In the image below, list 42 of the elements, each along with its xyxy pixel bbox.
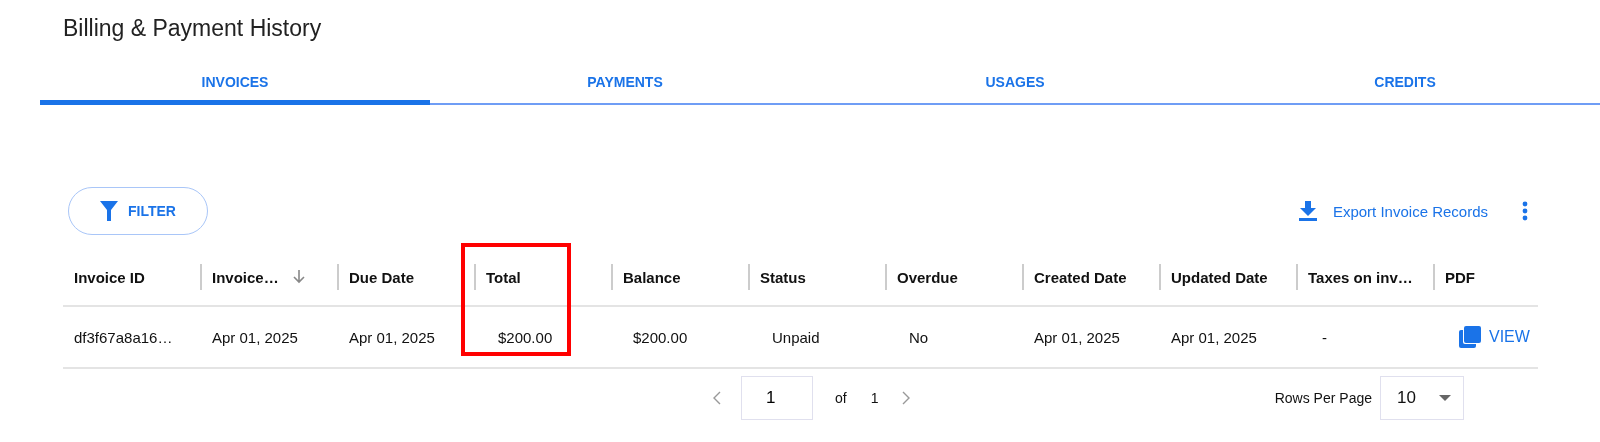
column-header[interactable]: PDF — [1445, 268, 1475, 286]
rows-per-page-label: Rows Per Page — [1274, 390, 1372, 406]
table-cell-text: No — [908, 328, 930, 346]
column-header[interactable]: Overdue — [897, 268, 958, 286]
tab[interactable]: PAYMENTS — [430, 60, 820, 105]
total-pages: 1 — [870, 390, 879, 406]
table-cell-text: - — [1321, 328, 1328, 346]
tab[interactable]: INVOICES — [40, 60, 430, 105]
filter-icon — [100, 201, 118, 221]
table-cell-text: Apr 01, 2025 — [348, 328, 436, 346]
export-link[interactable]: Export Invoice Records — [1298, 201, 1488, 221]
caret-icon — [1439, 395, 1451, 401]
page-input[interactable]: 1 — [741, 376, 813, 420]
table-cell-text: $200.00 — [632, 328, 689, 346]
table-cell-text: Unpaid — [771, 328, 821, 346]
page-title: Billing & Payment History — [62, 14, 323, 43]
column-header[interactable]: Invoice… — [212, 268, 279, 286]
column-header[interactable]: Invoice ID — [74, 268, 145, 286]
rows-per-page-select[interactable]: 10 — [1380, 376, 1464, 420]
column-header[interactable]: Updated Date — [1171, 268, 1268, 286]
table-cell-text: $200.00 — [497, 328, 554, 346]
pdf-icon — [1459, 326, 1481, 348]
table-cell-text: Apr 01, 2025 — [211, 328, 299, 346]
tab[interactable]: USAGES — [820, 60, 1210, 105]
more-options-icon[interactable] — [1522, 201, 1528, 221]
next-page-button[interactable] — [902, 391, 911, 405]
table-cell-text: df3f67a8a16… — [73, 328, 174, 346]
table-cell-text: Apr 01, 2025 — [1033, 328, 1121, 346]
column-header[interactable]: Status — [760, 268, 806, 286]
of-label: of — [835, 390, 847, 406]
filter-button[interactable]: FILTER — [68, 187, 208, 235]
column-header[interactable]: Taxes on inv… — [1308, 268, 1413, 286]
download-icon — [1298, 201, 1317, 221]
previous-page-button[interactable] — [713, 391, 721, 405]
table-cell-text: Apr 01, 2025 — [1170, 328, 1258, 346]
column-header[interactable]: Total — [486, 268, 521, 286]
view-pdf-link[interactable]: VIEW — [1433, 326, 1538, 348]
sort-arrow-icon[interactable] — [292, 270, 305, 284]
column-header[interactable]: Due Date — [349, 268, 415, 286]
column-header[interactable]: Balance — [623, 268, 681, 286]
column-header[interactable]: Created Date — [1034, 268, 1127, 286]
tab[interactable]: CREDITS — [1210, 60, 1600, 105]
